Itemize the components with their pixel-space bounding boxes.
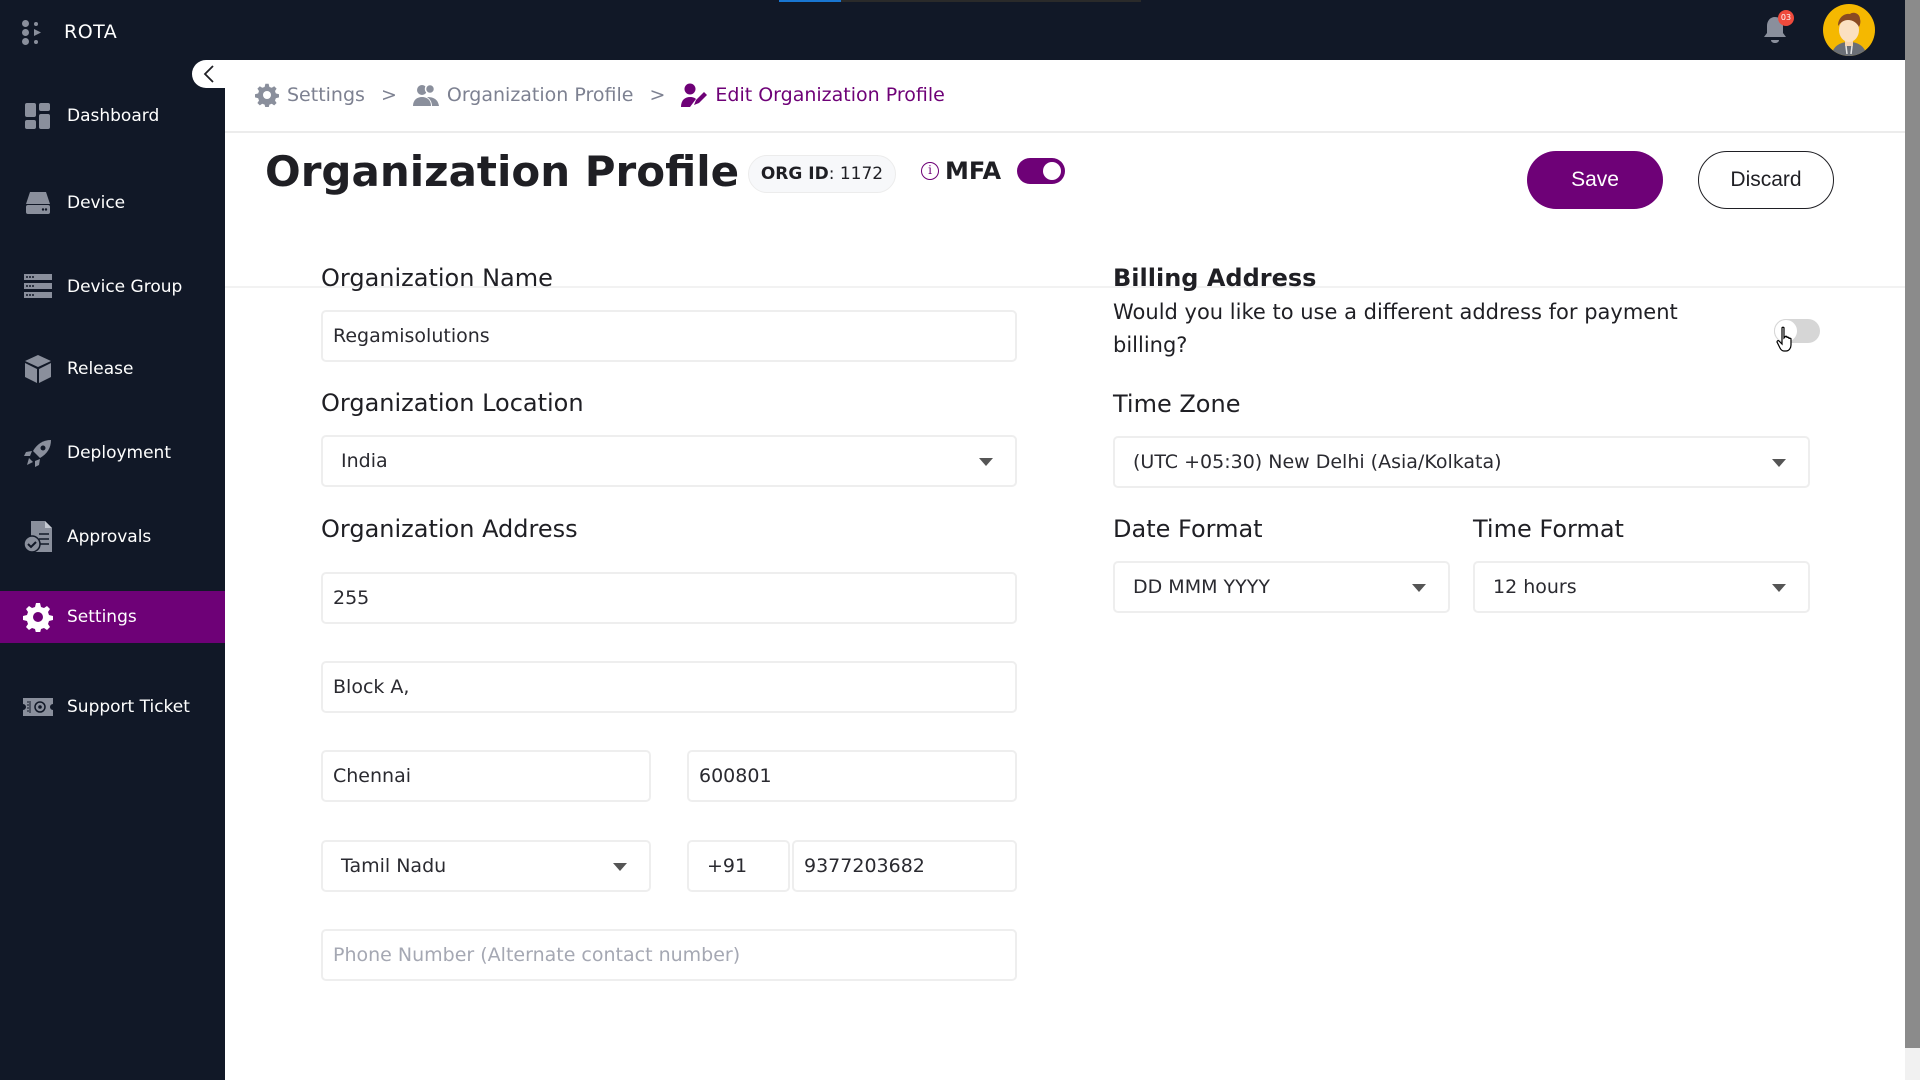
org-address-label: Organization Address bbox=[321, 515, 578, 543]
main-content: Settings > Organization Profile > Edit O… bbox=[225, 60, 1905, 1080]
breadcrumb-edit-organization-profile: Edit Organization Profile bbox=[681, 83, 945, 107]
notification-count-badge: 03 bbox=[1778, 10, 1794, 26]
hard-drive-icon bbox=[22, 187, 54, 219]
caret-down-icon bbox=[1772, 459, 1786, 467]
app-name: ROTA bbox=[64, 21, 118, 43]
top-bar: ROTA 03 bbox=[0, 0, 1920, 60]
sidebar-item-settings[interactable]: Settings bbox=[0, 591, 225, 643]
org-name-input[interactable]: Regamisolutions bbox=[321, 310, 1017, 362]
dashboard-icon bbox=[22, 100, 54, 132]
rocket-icon bbox=[22, 437, 54, 469]
selected-value: Tamil Nadu bbox=[341, 855, 447, 877]
org-id-value: : 1172 bbox=[828, 164, 884, 184]
sidebar-item-approvals[interactable]: Approvals bbox=[0, 511, 225, 563]
caret-down-icon bbox=[613, 863, 627, 871]
loading-progress-bar bbox=[779, 0, 1141, 2]
sidebar: Dashboard Device Device Group Release De… bbox=[0, 60, 225, 1080]
breadcrumb: Settings > Organization Profile > Edit O… bbox=[255, 80, 945, 110]
org-id-badge: ORG ID: 1172 bbox=[748, 155, 896, 193]
sidebar-item-device-group[interactable]: Device Group bbox=[0, 261, 225, 313]
breadcrumb-separator: > bbox=[380, 84, 397, 106]
breadcrumb-organization-profile[interactable]: Organization Profile bbox=[412, 84, 634, 106]
city-input[interactable]: Chennai bbox=[321, 750, 651, 802]
org-id-label: ORG ID bbox=[760, 164, 829, 184]
phone-code-input[interactable]: +91 bbox=[687, 840, 790, 892]
sidebar-item-label: Release bbox=[67, 359, 134, 379]
loading-progress-fill bbox=[779, 0, 841, 2]
save-button[interactable]: Save bbox=[1527, 151, 1663, 209]
gear-icon bbox=[255, 83, 279, 107]
selected-value: 12 hours bbox=[1493, 576, 1577, 598]
page-title: Organization Profile bbox=[265, 147, 740, 196]
date-format-label: Date Format bbox=[1113, 515, 1263, 543]
discard-button[interactable]: Discard bbox=[1698, 151, 1834, 209]
mfa-label: MFA bbox=[945, 157, 1002, 185]
document-check-icon bbox=[22, 521, 54, 553]
sidebar-item-label: Support Ticket bbox=[67, 697, 190, 717]
user-avatar[interactable] bbox=[1823, 4, 1875, 56]
caret-down-icon bbox=[1772, 584, 1786, 592]
date-format-select[interactable]: DD MMM YYYY bbox=[1113, 561, 1450, 613]
selected-value: DD MMM YYYY bbox=[1133, 576, 1270, 598]
org-location-label: Organization Location bbox=[321, 389, 584, 417]
sidebar-item-label: Deployment bbox=[67, 443, 171, 463]
breadcrumb-label: Settings bbox=[287, 84, 365, 106]
caret-down-icon bbox=[979, 458, 993, 466]
selected-value: India bbox=[341, 450, 388, 472]
address-line2-input[interactable]: Block A, bbox=[321, 661, 1017, 713]
org-name-label: Organization Name bbox=[321, 264, 553, 292]
box-icon bbox=[22, 353, 54, 385]
scrollbar-track bbox=[1905, 1048, 1920, 1080]
sidebar-item-label: Settings bbox=[67, 607, 137, 627]
sidebar-item-release[interactable]: Release bbox=[0, 343, 225, 395]
billing-question: Would you like to use a different addres… bbox=[1113, 300, 1678, 357]
sidebar-item-support-ticket[interactable]: Support Ticket bbox=[0, 681, 225, 733]
alt-phone-input[interactable]: Phone Number (Alternate contact number) bbox=[321, 929, 1017, 981]
info-icon[interactable]: i bbox=[921, 162, 939, 180]
toggle-knob bbox=[1043, 162, 1062, 180]
org-location-select[interactable]: India bbox=[321, 435, 1017, 487]
breadcrumb-settings[interactable]: Settings bbox=[255, 83, 365, 107]
time-format-select[interactable]: 12 hours bbox=[1473, 561, 1810, 613]
time-format-label: Time Format bbox=[1473, 515, 1624, 543]
breadcrumb-separator: > bbox=[649, 84, 666, 106]
user-edit-icon bbox=[681, 83, 708, 107]
caret-down-icon bbox=[1412, 584, 1426, 592]
server-stack-icon bbox=[22, 271, 54, 303]
breadcrumb-label: Edit Organization Profile bbox=[715, 84, 945, 106]
ticket-icon bbox=[22, 691, 54, 723]
sidebar-item-label: Approvals bbox=[67, 527, 152, 547]
mfa-control: i MFA bbox=[921, 157, 1066, 185]
sidebar-item-deployment[interactable]: Deployment bbox=[0, 427, 225, 479]
postal-code-input[interactable]: 600801 bbox=[687, 750, 1017, 802]
brand[interactable]: ROTA bbox=[22, 18, 117, 46]
sidebar-item-label: Dashboard bbox=[67, 106, 160, 126]
timezone-select[interactable]: (UTC +05:30) New Delhi (Asia/Kolkata) bbox=[1113, 436, 1810, 488]
mfa-toggle[interactable] bbox=[1017, 158, 1066, 184]
sidebar-item-device[interactable]: Device bbox=[0, 177, 225, 229]
state-select[interactable]: Tamil Nadu bbox=[321, 840, 651, 892]
breadcrumb-label: Organization Profile bbox=[446, 84, 634, 106]
timezone-label: Time Zone bbox=[1113, 390, 1241, 418]
avatar-illustration bbox=[1831, 12, 1867, 56]
billing-address-label: Billing Address bbox=[1113, 264, 1317, 292]
collapse-sidebar-button[interactable] bbox=[192, 60, 225, 88]
page-scrollbar[interactable] bbox=[1905, 0, 1920, 1080]
gear-icon bbox=[22, 601, 54, 633]
phone-number-input[interactable]: 9377203682 bbox=[792, 840, 1017, 892]
sidebar-item-label: Device Group bbox=[67, 277, 183, 297]
users-icon bbox=[412, 84, 439, 106]
page-header: Organization Profile ORG ID: 1172 i MFA … bbox=[225, 133, 1905, 288]
chevron-left-icon bbox=[203, 65, 214, 83]
address-line1-input[interactable]: 255 bbox=[321, 572, 1017, 624]
rota-logo-icon bbox=[22, 18, 42, 46]
sidebar-item-label: Device bbox=[67, 193, 126, 213]
hand-pointer-cursor bbox=[1776, 326, 1796, 359]
sidebar-item-dashboard[interactable]: Dashboard bbox=[0, 90, 225, 142]
selected-value: (UTC +05:30) New Delhi (Asia/Kolkata) bbox=[1133, 451, 1502, 473]
